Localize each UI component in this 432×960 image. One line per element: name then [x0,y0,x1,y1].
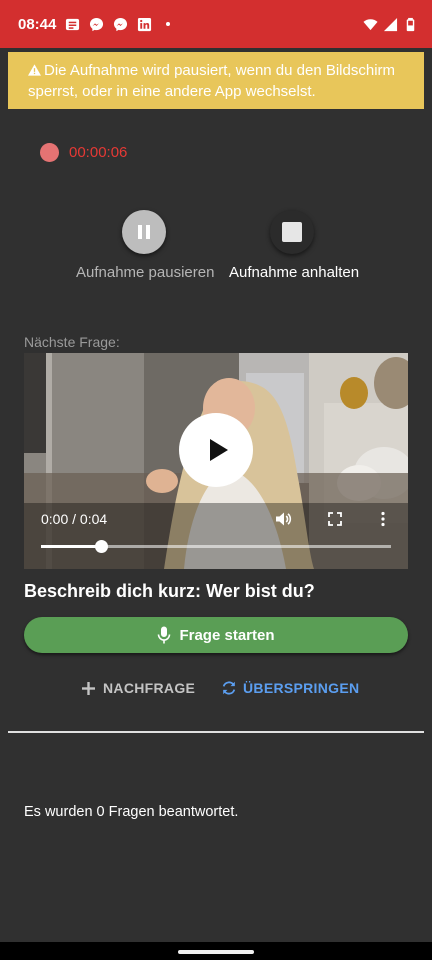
stop-recording-button[interactable] [270,210,314,254]
video-progress-fill [41,545,101,548]
signal-icon [383,17,398,31]
play-button[interactable] [179,413,253,487]
stop-icon [282,222,302,242]
mic-icon [158,626,171,644]
status-bar: 08:44 [0,0,432,48]
skip-button[interactable]: ÜBERSPRINGEN [221,680,359,696]
start-question-label: Frage starten [179,626,275,644]
linkedin-icon [138,17,152,31]
play-icon [209,439,228,461]
question-text: Beschreib dich kurz: Wer bist du? [24,581,315,601]
skip-label: ÜBERSPRINGEN [243,680,360,696]
video-time-display: 0:00 / 0:04 [41,511,108,527]
video-progress-handle[interactable] [95,540,108,553]
home-gesture-handle[interactable] [178,950,254,954]
recording-dot-icon [40,143,59,162]
recording-indicator: 00:00:06 [40,143,127,162]
status-time: 08:44 [18,15,57,33]
warning-text: Die Aufnahme wird pausiert, wenn du den … [28,62,396,100]
stop-recording-label[interactable]: Aufnahme anhalten [229,264,359,281]
pause-recording-label[interactable]: Aufnahme pausieren [76,264,214,281]
messenger-icon [90,17,104,31]
fullscreen-icon[interactable] [326,510,344,528]
more-vert-icon[interactable] [374,510,392,528]
start-question-button[interactable]: Frage starten [24,617,408,653]
pause-icon [138,225,150,239]
more-dot-icon [166,22,171,26]
volume-icon[interactable] [274,510,292,528]
news-icon [66,18,80,30]
plus-icon [82,681,95,695]
next-question-label: Nächste Frage: [24,334,120,350]
question-video-player[interactable]: 0:00 / 0:04 [24,353,408,569]
followup-button[interactable]: NACHFRAGE [82,680,195,696]
answered-count-text: Es wurden 0 Fragen beantwortet. [24,804,239,820]
messenger-icon [114,17,128,31]
pause-recording-button[interactable] [122,210,166,254]
warning-banner: Die Aufnahme wird pausiert, wenn du den … [8,52,424,109]
video-progress-bar[interactable] [41,540,391,553]
recording-timer: 00:00:06 [69,144,128,161]
sync-icon [222,681,236,695]
warning-icon [28,64,41,76]
battery-icon [406,17,415,31]
divider [8,731,424,733]
followup-label: NACHFRAGE [103,680,196,696]
wifi-icon [363,18,378,30]
